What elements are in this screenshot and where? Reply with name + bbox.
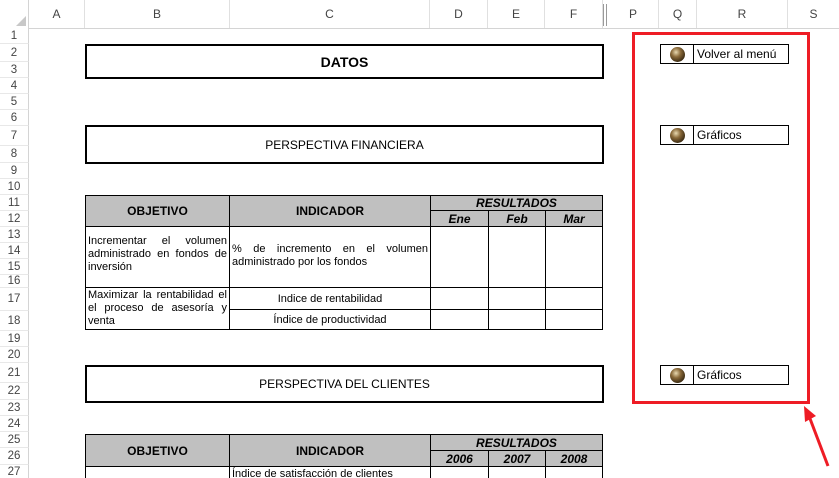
result-cell-2008[interactable] (545, 466, 603, 478)
annotation-arrow-icon (804, 406, 830, 467)
column-header-p[interactable]: P (608, 0, 659, 28)
indicador-header: INDICADOR (229, 195, 431, 227)
perspectiva-clientes-title: PERSPECTIVA DEL CLIENTES (85, 365, 604, 403)
result-cell-feb[interactable] (488, 309, 546, 330)
objetivo-header: OBJETIVO (85, 195, 230, 227)
row-header[interactable]: 12 (0, 211, 29, 227)
row-header[interactable]: 27 (0, 465, 29, 478)
row-header[interactable]: 18 (0, 311, 29, 331)
column-header-a[interactable]: A (29, 0, 85, 28)
month-header-ene: Ene (430, 210, 489, 227)
result-cell-2007[interactable] (488, 466, 546, 478)
row-header[interactable]: 9 (0, 163, 29, 179)
row-header[interactable]: 14 (0, 243, 29, 259)
row-header[interactable]: 21 (0, 363, 29, 383)
indicador-cell[interactable]: % de incremento en el volumen administra… (229, 226, 431, 288)
row-header[interactable]: 15 (0, 259, 29, 275)
row-header[interactable]: 25 (0, 432, 29, 448)
indicador-cell[interactable]: Índice de productividad (229, 309, 431, 330)
row-header[interactable]: 26 (0, 448, 29, 465)
month-header-feb: Feb (488, 210, 546, 227)
row-header[interactable]: 7 (0, 126, 29, 146)
result-cell-ene[interactable] (430, 287, 489, 310)
column-header-r[interactable]: R (697, 0, 788, 28)
result-cell-2006[interactable] (430, 466, 489, 478)
result-cell-mar[interactable] (545, 309, 603, 330)
year-header-2007: 2007 (488, 450, 546, 467)
column-header-f[interactable]: F (545, 0, 603, 28)
column-header-e[interactable]: E (488, 0, 545, 28)
result-cell-ene[interactable] (430, 309, 489, 330)
column-header-d[interactable]: D (430, 0, 488, 28)
row-header[interactable]: 6 (0, 110, 29, 126)
perspectiva-financiera-title: PERSPECTIVA FINANCIERA (85, 125, 604, 164)
row-header[interactable]: 16 (0, 275, 29, 288)
row-header[interactable]: 5 (0, 94, 29, 110)
result-cell-feb[interactable] (488, 287, 546, 310)
result-cell-ene[interactable] (430, 226, 489, 288)
result-cell-feb[interactable] (488, 226, 546, 288)
result-cell-mar[interactable] (545, 287, 603, 310)
resultados-header: RESULTADOS (430, 195, 603, 211)
row-header[interactable]: 13 (0, 227, 29, 243)
objetivo-header: OBJETIVO (85, 434, 230, 467)
row-header[interactable]: 8 (0, 146, 29, 163)
row-header[interactable]: 23 (0, 400, 29, 416)
freeze-split-line-2 (606, 4, 607, 26)
column-header-s[interactable]: S (788, 0, 839, 28)
column-header-b[interactable]: B (85, 0, 230, 28)
month-header-mar: Mar (545, 210, 603, 227)
row-header[interactable]: 22 (0, 383, 29, 400)
row-header[interactable]: 3 (0, 62, 29, 78)
row-header[interactable]: 1 (0, 28, 29, 44)
row-header[interactable]: 24 (0, 416, 29, 432)
datos-title: DATOS (85, 44, 604, 79)
row-header[interactable]: 19 (0, 331, 29, 347)
objetivo-cell[interactable]: Maximizar la rentabilidad el el proceso … (85, 287, 230, 330)
row-header[interactable]: 11 (0, 195, 29, 211)
select-all-corner[interactable] (0, 0, 29, 28)
indicador-header: INDICADOR (229, 434, 431, 467)
column-header-bar: A B C D E F P Q R S (0, 0, 839, 29)
indicador-cell[interactable]: Indice de rentabilidad (229, 287, 431, 310)
freeze-split-line (603, 4, 604, 26)
row-header[interactable]: 2 (0, 44, 29, 62)
result-cell-mar[interactable] (545, 226, 603, 288)
objetivo-cell[interactable]: Incrementar el volumen administrado en f… (85, 226, 230, 288)
row-header[interactable]: 20 (0, 347, 29, 363)
column-header-q[interactable]: Q (659, 0, 697, 28)
row-header[interactable]: 17 (0, 288, 29, 311)
year-header-2008: 2008 (545, 450, 603, 467)
indicador-cell[interactable]: Índice de satisfacción de clientes (229, 466, 431, 478)
resultados-header: RESULTADOS (430, 434, 603, 451)
column-header-c[interactable]: C (230, 0, 430, 28)
row-header[interactable]: 10 (0, 179, 29, 195)
year-header-2006: 2006 (430, 450, 489, 467)
row-header[interactable]: 4 (0, 78, 29, 94)
objetivo-cell[interactable] (85, 466, 230, 478)
highlight-box (632, 32, 810, 404)
